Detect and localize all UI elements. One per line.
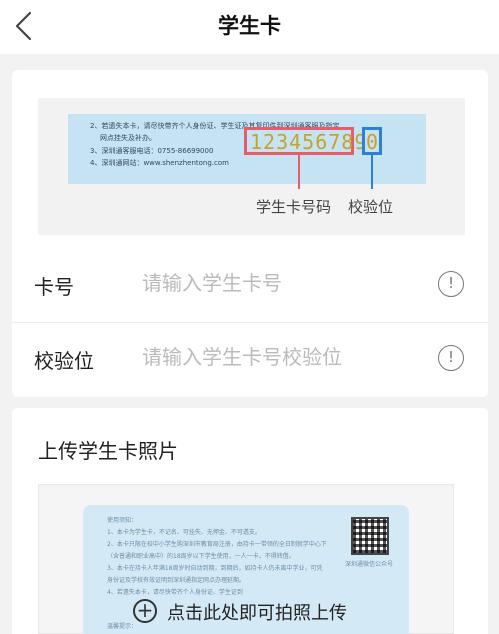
qr-code-icon [351, 517, 389, 555]
sample-card-image: 2、若遗失本卡，请尽快带齐个人身份证、学生证及其复印件到深圳通客服及指定 网点挂… [38, 98, 465, 235]
qr-label: 深圳通微信公众号 [345, 561, 394, 568]
nav-bar: 学生卡 [0, 0, 499, 54]
sample-note: 4、深圳通网站：www.shenzhentong.com [90, 159, 229, 167]
divider [12, 322, 488, 323]
card-number-row: 卡号 ! [12, 251, 488, 319]
sample-card-text: 4、若遗失本卡，请尽快带齐个人身份证、学生证到 [107, 589, 243, 596]
upload-title: 上传学生卡照片 [38, 439, 178, 463]
check-digit-label: 校验位 [34, 349, 94, 373]
callout-number-label: 学生卡号码 [256, 198, 332, 216]
sample-card-text: 1、本卡为学生卡，不记名、可挂失、无押金、不可透支。 [107, 529, 261, 536]
sample-note: 3、深圳通客服电话：0755-86699000 [90, 147, 214, 155]
callout-check-label: 校验位 [348, 198, 394, 216]
card-number-label: 卡号 [34, 275, 74, 299]
card-info-section: 2、若遗失本卡，请尽快带齐个人身份证、学生证及其复印件到深圳通客服及指定 网点挂… [12, 70, 488, 397]
sample-card-text: 身份证及学校有效证明到深圳通指定网点办理延期。 [107, 577, 246, 584]
card-number-input[interactable] [142, 267, 422, 299]
check-digit-row: 校验位 ! [12, 325, 488, 393]
sample-card-text: 2、本卡只限在校中小学生购深圳市教育局注册，由持卡一带领的全日制就学中心下 [107, 541, 327, 548]
sample-card-number: 123456789 [250, 130, 368, 154]
upload-section: 上传学生卡照片 使用须知： 1、本卡为学生卡，不记名、可挂失、无押金、不可透支。… [12, 408, 488, 634]
plus-circle-icon: + [133, 599, 157, 623]
sample-note: 网点挂失及补办。 [100, 134, 156, 142]
callout-line-check [371, 155, 373, 189]
sample-card-text: （含普通和职业高中）的18周岁以下学生使用，一人一卡，不得转借。 [107, 553, 295, 560]
check-digit-input[interactable] [142, 341, 422, 373]
sample-card-text: 使用须知： [107, 517, 138, 524]
upload-prompt[interactable]: + 点击此处即可拍照上传 [133, 597, 373, 627]
upload-action-text: 点击此处即可拍照上传 [167, 603, 347, 624]
info-icon[interactable]: ! [438, 345, 464, 371]
sample-check-digit: 0 [366, 130, 379, 154]
page-title: 学生卡 [218, 14, 281, 38]
callout-line-number [298, 155, 300, 189]
upload-photo-button[interactable]: 使用须知： 1、本卡为学生卡，不记名、可挂失、无押金、不可透支。 2、本卡只限在… [38, 484, 454, 634]
info-icon[interactable]: ! [438, 271, 464, 297]
sample-card-text: 3、本卡在持卡人年满18周岁时自动到期，到期后，如持卡人仍未离中学业，可凭 [107, 565, 323, 572]
